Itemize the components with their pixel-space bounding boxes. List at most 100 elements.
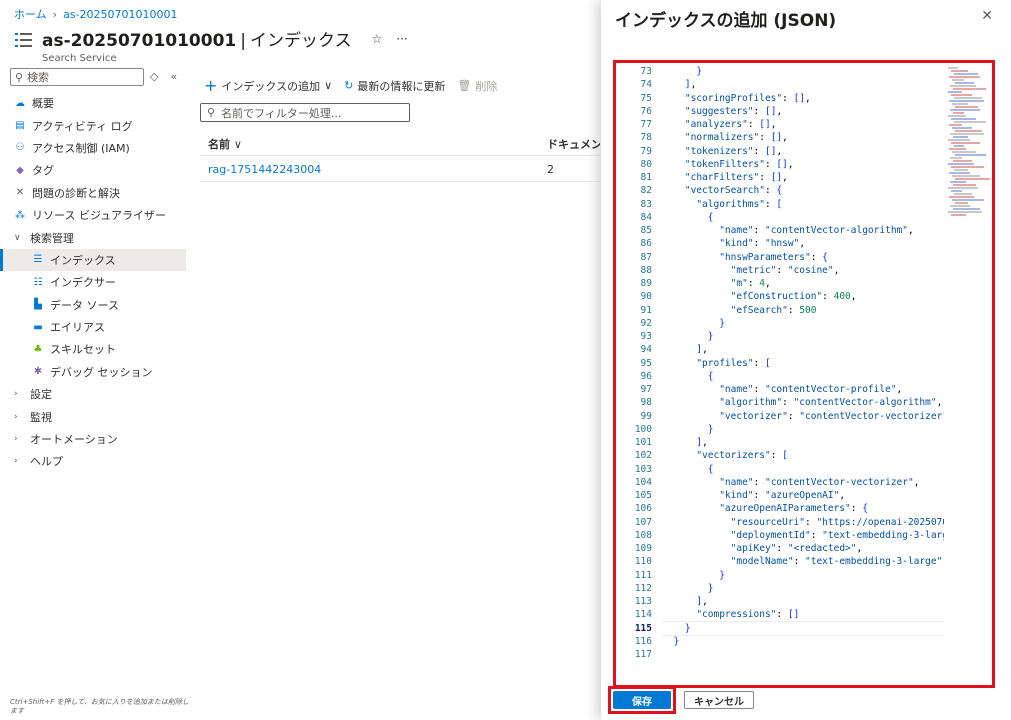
code-line[interactable]: "deploymentId": "text-embedding-3-large"… [662, 529, 944, 542]
sidebar-item-visualizer[interactable]: ⁂ リソース ビジュアライザー [0, 204, 186, 226]
code-line[interactable]: } [662, 423, 944, 436]
minimap-line [955, 178, 990, 180]
code-line[interactable]: "kind": "hnsw", [662, 237, 944, 250]
breadcrumb-home[interactable]: ホーム [14, 6, 47, 22]
code-line[interactable]: "tokenizers": [], [662, 145, 944, 158]
sidebar-item-debug-sessions[interactable]: ✱ デバッグ セッション [0, 361, 186, 383]
sidebar-group-help[interactable]: › ヘルプ [0, 450, 186, 472]
code-line[interactable]: } [662, 569, 944, 582]
sidebar-item-label: 概要 [32, 97, 54, 111]
code-line[interactable]: } [662, 65, 944, 78]
code-line[interactable]: "tokenFilters": [], [662, 158, 944, 171]
line-number: 108 [634, 529, 652, 541]
code-line[interactable]: ], [662, 436, 944, 449]
code-line[interactable]: "kind": "azureOpenAI", [662, 489, 944, 502]
code-line[interactable]: { [662, 211, 944, 224]
code-area[interactable]: } ], "scoringProfiles": [], "suggesters"… [662, 65, 944, 661]
code-line[interactable]: "azureOpenAIParameters": { [662, 502, 944, 515]
line-number-gutter: 73 74 75 76 77 78 79 80 81 82 83 84 85 86 87 88 89 90 91 92… [618, 65, 652, 661]
sidebar-group-automation[interactable]: › オートメーション [0, 428, 186, 450]
code-line[interactable]: "name": "contentVector-vectorizer", [662, 476, 944, 489]
sidebar-item-data-sources[interactable]: ▙ データ ソース [0, 294, 186, 316]
minimap-line [955, 106, 978, 108]
save-button[interactable]: 保存 [613, 691, 671, 709]
sidebar-item-indexes[interactable]: ☰ インデックス [0, 248, 186, 272]
code-line[interactable]: } [662, 635, 944, 648]
star-icon[interactable]: ☆ [371, 32, 382, 46]
code-line[interactable]: "algorithms": [ [662, 198, 944, 211]
code-line[interactable]: } [662, 620, 944, 636]
code-line[interactable] [662, 648, 944, 661]
filter-input[interactable]: ⚲ 名前でフィルター処理... [200, 103, 410, 122]
minimap[interactable] [948, 67, 990, 237]
json-editor[interactable]: 73 74 75 76 77 78 79 80 81 82 83 84 85 86 87 88 89 90 91 92… [618, 65, 990, 683]
sidebar-item-activity-log[interactable]: ▤ アクティビティ ログ [0, 114, 186, 136]
pin-icon[interactable]: ◇ [150, 70, 158, 83]
line-number: 85 [640, 225, 652, 236]
code-line[interactable]: "profiles": [ [662, 357, 944, 370]
more-icon[interactable]: ··· [396, 32, 407, 46]
code-line[interactable]: { [662, 370, 944, 383]
cancel-button[interactable]: キャンセル [684, 691, 754, 709]
code-line[interactable]: } [662, 582, 944, 595]
refresh-button[interactable]: ↻ 最新の情報に更新 [344, 78, 445, 94]
code-line[interactable]: ], [662, 343, 944, 356]
code-line[interactable]: ], [662, 78, 944, 91]
code-line[interactable]: "analyzers": [], [662, 118, 944, 131]
column-header-documents[interactable]: ドキュメント [547, 136, 600, 152]
breadcrumb-resource[interactable]: as-20250701010001 [63, 8, 177, 21]
code-line[interactable]: "charFilters": [], [662, 171, 944, 184]
code-line[interactable]: "scoringProfiles": [], [662, 92, 944, 105]
code-line[interactable]: "name": "contentVector-profile", [662, 383, 944, 396]
code-line[interactable]: "efSearch": 500 [662, 304, 944, 317]
column-header-name[interactable]: 名前 ∨ [200, 136, 547, 152]
resource-type: Search Service [42, 53, 117, 64]
index-name-link[interactable]: rag-1751442243004 [200, 163, 547, 176]
code-line[interactable]: "hnswParameters": { [662, 251, 944, 264]
sidebar-item-skillsets[interactable]: ♣ スキルセット [0, 338, 186, 360]
sidebar-item-aliases[interactable]: ▬ エイリアス [0, 316, 186, 338]
sidebar-group-monitoring[interactable]: › 監視 [0, 405, 186, 427]
sidebar-item-iam[interactable]: ⚇ アクセス制御 (IAM) [0, 137, 186, 159]
close-icon[interactable]: ✕ [981, 8, 993, 24]
code-line[interactable]: "vectorizers": [ [662, 449, 944, 462]
minimap-line [951, 142, 980, 144]
sidebar-item-overview[interactable]: ☁ 概要 [0, 92, 186, 114]
collapse-icon[interactable]: « [170, 70, 177, 83]
sidebar-item-tags[interactable]: ◆ タグ [0, 159, 186, 181]
code-line[interactable]: "resourceUri": "https://openai-202507010… [662, 516, 944, 529]
code-line[interactable]: "vectorizer": "contentVector-vectorizer" [662, 410, 944, 423]
code-line[interactable]: "vectorSearch": { [662, 184, 944, 197]
code-line[interactable]: "m": 4, [662, 277, 944, 290]
code-line[interactable]: "suggesters": [], [662, 105, 944, 118]
code-line[interactable]: "normalizers": [], [662, 131, 944, 144]
code-line[interactable]: "modelName": "text-embedding-3-large" [662, 555, 944, 568]
code-line[interactable]: { [662, 463, 944, 476]
minimap-line [951, 214, 966, 216]
code-line[interactable]: } [662, 330, 944, 343]
code-line[interactable]: "apiKey": "<redacted>", [662, 542, 944, 555]
sidebar-item-indexers[interactable]: ☷ インデクサー [0, 271, 186, 293]
sidebar-search-input[interactable]: ⚲ 検索 [10, 68, 144, 86]
sidebar-group-settings[interactable]: › 設定 [0, 383, 186, 405]
sidebar-group-search-management[interactable]: ∨ 検索管理 [0, 226, 186, 248]
index-icon: ☰ [33, 254, 43, 266]
minimap-line [949, 124, 962, 126]
sidebar-item-label: アクティビティ ログ [32, 119, 133, 133]
delete-button[interactable]: 🗑 削除 [457, 78, 497, 94]
refresh-icon: ↻ [344, 79, 354, 92]
code-line[interactable]: "name": "contentVector-algorithm", [662, 224, 944, 237]
code-line[interactable]: "algorithm": "contentVector-algorithm", [662, 396, 944, 409]
sidebar-item-label: データ ソース [50, 298, 119, 312]
sidebar-item-diagnose[interactable]: ✕ 問題の診断と解決 [0, 182, 186, 204]
sidebar-nav: ☁ 概要 ▤ アクティビティ ログ ⚇ アクセス制御 (IAM) ◆ タグ ✕ … [0, 92, 186, 473]
minimap-line [954, 145, 964, 147]
code-line[interactable]: } [662, 317, 944, 330]
add-index-button[interactable]: + インデックスの追加 ∨ [204, 76, 332, 95]
code-line[interactable]: "compressions": [] [662, 608, 944, 621]
code-line[interactable]: "metric": "cosine", [662, 264, 944, 277]
code-line[interactable]: ], [662, 595, 944, 608]
minimap-line [954, 73, 978, 75]
code-line[interactable]: "efConstruction": 400, [662, 290, 944, 303]
breadcrumb: ホーム › as-20250701010001 [14, 6, 178, 22]
